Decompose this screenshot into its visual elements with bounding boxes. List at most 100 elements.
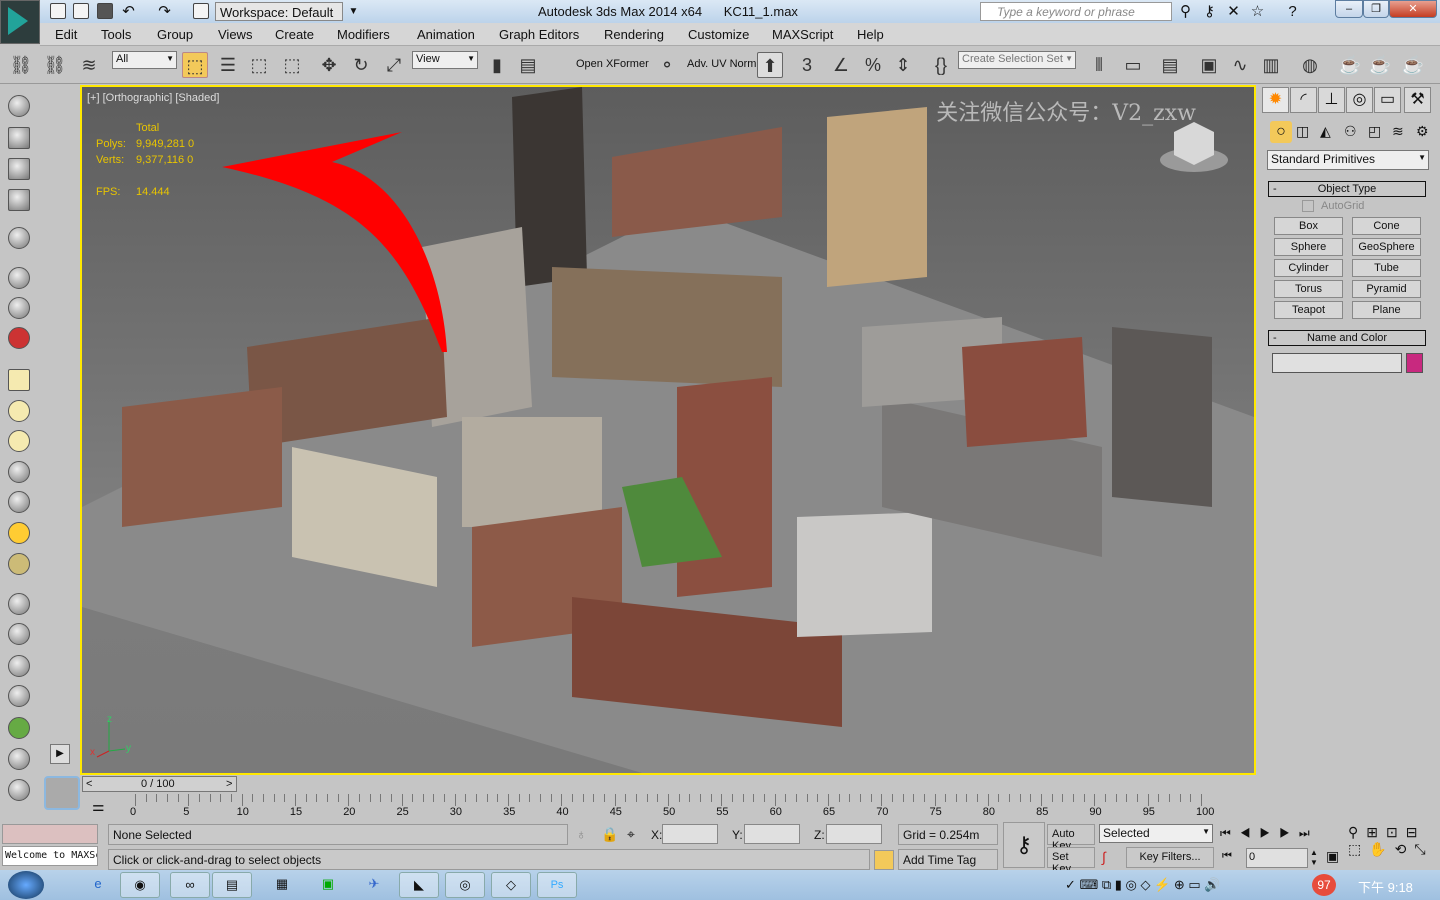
cone-button[interactable]: Cone bbox=[1352, 217, 1421, 235]
customize-quick-access-icon[interactable]: ▼ bbox=[345, 3, 362, 20]
tool-icon[interactable] bbox=[8, 158, 30, 180]
sphere-icon[interactable] bbox=[8, 400, 30, 422]
tab-utilities[interactable]: ⚒ bbox=[1404, 87, 1431, 113]
shapes-icon[interactable]: ◫ bbox=[1296, 123, 1309, 140]
tab-display[interactable]: ▭ bbox=[1374, 87, 1401, 113]
menu-create[interactable]: Create bbox=[275, 27, 314, 42]
lock-icon[interactable]: 🔒 bbox=[601, 826, 618, 843]
adv-uv-norm-button[interactable]: Adv. UV Norm bbox=[687, 58, 756, 70]
menu-edit[interactable]: Edit bbox=[55, 27, 77, 42]
render-production-icon[interactable]: ☕ bbox=[1400, 52, 1426, 78]
sun-icon[interactable] bbox=[8, 522, 30, 544]
app-icon[interactable]: ✈ bbox=[354, 872, 394, 898]
selection-filter-dropdown[interactable]: All bbox=[112, 51, 177, 69]
curve-editor-icon[interactable]: ∿ bbox=[1227, 52, 1253, 78]
geosphere-button[interactable]: GeoSphere bbox=[1352, 238, 1421, 256]
chrome-icon[interactable]: ◉ bbox=[120, 872, 160, 898]
menu-animation[interactable]: Animation bbox=[417, 27, 475, 42]
winrar-icon[interactable]: ▦ bbox=[262, 872, 302, 898]
systems-icon[interactable]: ⚙ bbox=[1416, 123, 1429, 140]
object-name-input[interactable] bbox=[1272, 353, 1402, 373]
rectangular-selection-icon[interactable]: ⬚ bbox=[246, 52, 272, 78]
viewport-navigation-controls[interactable]: ⚲⊞⊡⊟ ⬚✋⟲⤡ bbox=[1348, 824, 1440, 858]
menu-customize[interactable]: Customize bbox=[688, 27, 749, 42]
edit-named-selection-icon[interactable]: {} bbox=[928, 52, 954, 78]
cameras-icon[interactable]: ⚇ bbox=[1344, 123, 1357, 140]
minimize-button[interactable]: – bbox=[1335, 0, 1363, 18]
material-editor-icon[interactable]: ◍ bbox=[1297, 52, 1323, 78]
photoshop-icon[interactable]: Ps bbox=[537, 872, 577, 898]
sphere-button[interactable]: Sphere bbox=[1274, 238, 1343, 256]
sphere-icon[interactable] bbox=[8, 430, 30, 452]
menu-group[interactable]: Group bbox=[157, 27, 193, 42]
time-prev-button[interactable]: < bbox=[86, 778, 92, 790]
notification-badge[interactable]: 97 bbox=[1312, 874, 1336, 896]
key-mode-toggle-icon[interactable]: ⏮ bbox=[1222, 850, 1232, 863]
maxscript-listener[interactable]: Welcome to MAXScript bbox=[2, 846, 98, 866]
select-by-name-icon[interactable]: ☰ bbox=[215, 52, 241, 78]
layer-manager-icon[interactable]: ▤ bbox=[1157, 52, 1183, 78]
star-icon[interactable]: ☆ bbox=[1249, 3, 1266, 20]
torus-button[interactable]: Torus bbox=[1274, 280, 1343, 298]
save-icon[interactable] bbox=[97, 3, 113, 19]
menu-maxscript[interactable]: MAXScript bbox=[772, 27, 833, 42]
explorer-icon[interactable]: ▤ bbox=[212, 872, 252, 898]
teapot-button[interactable]: Teapot bbox=[1274, 301, 1343, 319]
scene-explorer-icon[interactable]: ▣ bbox=[1196, 52, 1222, 78]
tool-icon[interactable] bbox=[8, 95, 30, 117]
add-time-tag-button[interactable]: Add Time Tag bbox=[898, 849, 998, 870]
ie-icon[interactable]: e bbox=[78, 872, 118, 898]
tool-icon[interactable] bbox=[8, 685, 30, 707]
helpers-icon[interactable]: ◰ bbox=[1368, 123, 1381, 140]
scale-icon[interactable]: ⤢ bbox=[381, 52, 407, 78]
plant-icon[interactable] bbox=[8, 717, 30, 739]
tool-icon[interactable] bbox=[8, 655, 30, 677]
close-button[interactable]: ✕ bbox=[1389, 0, 1437, 18]
app-icon[interactable]: ∞ bbox=[170, 872, 210, 898]
auto-key-button[interactable]: Auto Key bbox=[1047, 824, 1095, 852]
tool-icon[interactable] bbox=[8, 779, 30, 801]
menu-help[interactable]: Help bbox=[857, 27, 884, 42]
spinner-snap-icon[interactable]: ⇕ bbox=[890, 52, 916, 78]
new-file-icon[interactable] bbox=[50, 3, 66, 19]
menu-graph-editors[interactable]: Graph Editors bbox=[499, 27, 579, 42]
menu-tools[interactable]: Tools bbox=[101, 27, 131, 42]
menu-rendering[interactable]: Rendering bbox=[604, 27, 664, 42]
link-icon[interactable]: ⛓ bbox=[8, 52, 34, 78]
application-button[interactable] bbox=[0, 0, 40, 44]
tray-icons[interactable]: ✓ ⌨ ⧉ ▮ ◎ ◇ ⚡ ⊕ ▭ 🔊 bbox=[1065, 877, 1221, 893]
tool-icon[interactable] bbox=[8, 189, 30, 211]
iqiyi-icon[interactable]: ▣ bbox=[308, 872, 348, 898]
time-slider[interactable]: < 0 / 100 > bbox=[82, 776, 237, 792]
set-key-button[interactable]: Set Key bbox=[1047, 847, 1095, 875]
mini-listener-toggle[interactable] bbox=[44, 776, 80, 810]
category-dropdown[interactable]: Standard Primitives bbox=[1267, 150, 1429, 170]
track-bar[interactable]: 0 5 10 15 20 25 30 35 40 45 50 55 60 65 70 75 80 85 90 95 10… bbox=[82, 794, 1257, 820]
rendered-frame-window-icon[interactable]: ☕ bbox=[1367, 52, 1393, 78]
move-icon[interactable]: ✥ bbox=[316, 52, 342, 78]
clock[interactable]: 下午 9:18 bbox=[1358, 877, 1413, 896]
object-type-rollout[interactable]: - Object Type bbox=[1268, 181, 1426, 197]
name-and-color-rollout[interactable]: - Name and Color bbox=[1268, 330, 1426, 346]
autogrid-checkbox[interactable] bbox=[1302, 200, 1314, 212]
workspace-dropdown[interactable]: Workspace: Default bbox=[215, 2, 343, 21]
maximize-button[interactable]: ❐ bbox=[1363, 0, 1389, 18]
maxscript-listener-pink[interactable] bbox=[2, 824, 98, 844]
project-folder-icon[interactable] bbox=[193, 3, 209, 19]
object-color-swatch[interactable] bbox=[1406, 353, 1423, 373]
cone-icon[interactable] bbox=[8, 491, 30, 513]
tool-icon[interactable] bbox=[8, 593, 30, 615]
percent-snap-icon[interactable]: % bbox=[860, 52, 886, 78]
app-icon[interactable]: ◎ bbox=[445, 872, 485, 898]
select-object-icon[interactable]: ⬚ bbox=[182, 52, 208, 78]
camera-icon[interactable] bbox=[8, 267, 30, 289]
binoculars-icon[interactable]: ⚲ bbox=[1177, 3, 1194, 20]
satellite-icon[interactable]: ✕ bbox=[1225, 3, 1242, 20]
tool-icon[interactable] bbox=[8, 327, 30, 349]
tab-hierarchy[interactable]: ⊥ bbox=[1318, 87, 1345, 113]
tab-modify[interactable]: ◜ bbox=[1290, 87, 1317, 113]
tool-icon[interactable] bbox=[8, 297, 30, 319]
x-coordinate-input[interactable] bbox=[662, 824, 718, 844]
cylinder-button[interactable]: Cylinder bbox=[1274, 259, 1343, 277]
tube-button[interactable]: Tube bbox=[1352, 259, 1421, 277]
